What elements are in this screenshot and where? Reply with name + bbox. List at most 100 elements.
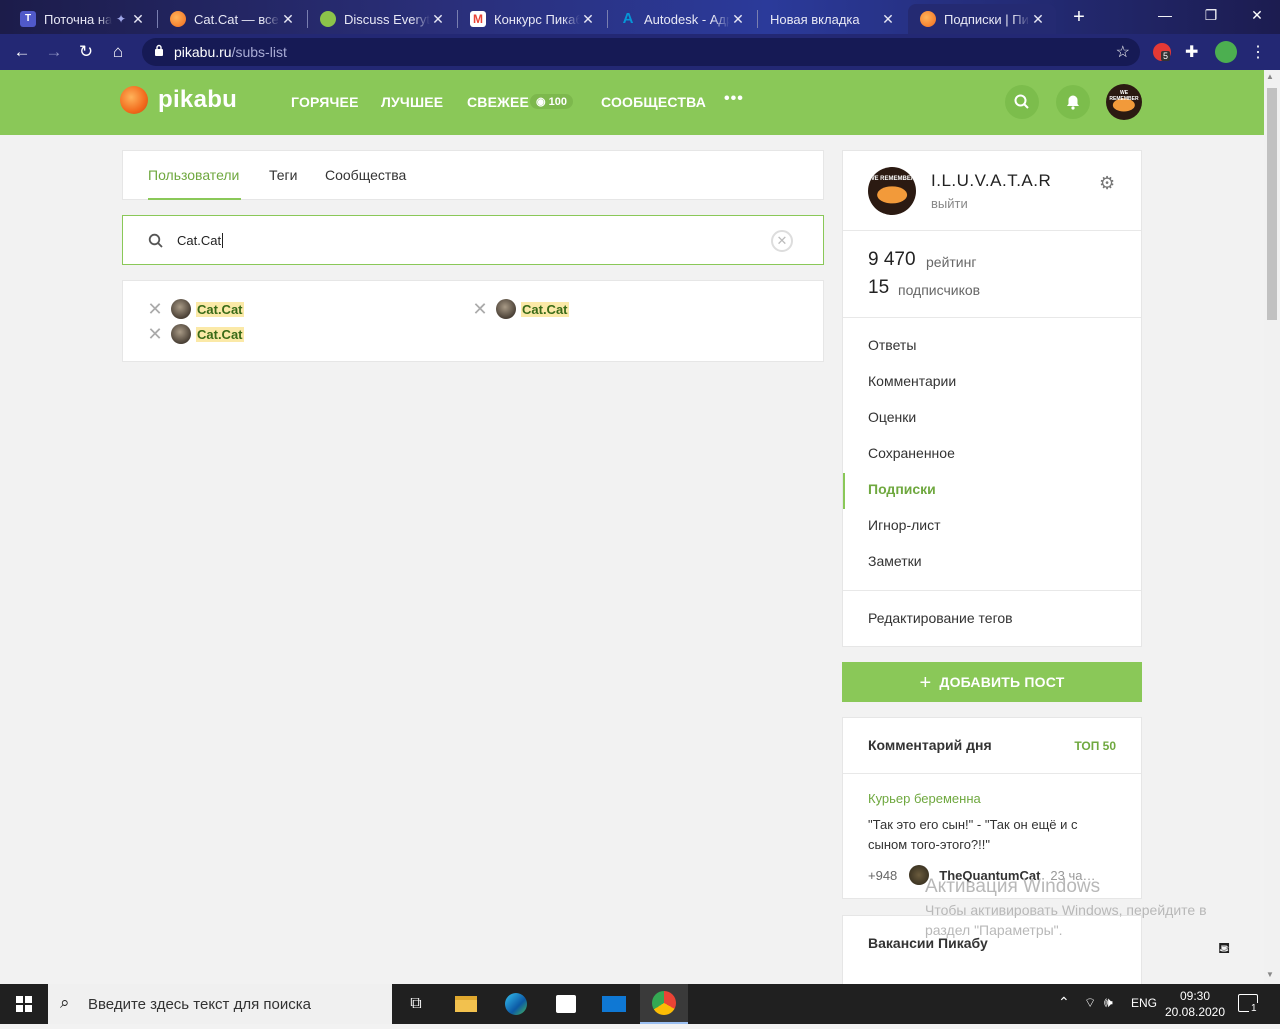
search-icon	[148, 233, 163, 248]
notification-count: 1	[1249, 1003, 1259, 1014]
pikabu-logo-icon	[120, 86, 148, 114]
text-cursor	[222, 233, 224, 248]
notification-center-icon[interactable]: 1	[1238, 994, 1259, 1014]
paint-bucket-icon[interactable]: ⛾	[1218, 940, 1230, 959]
taskbar-search-placeholder: Введите здесь текст для поиска	[88, 996, 311, 1013]
logout-link[interactable]: выйти	[931, 196, 968, 211]
close-icon: ✕	[776, 233, 788, 248]
scroll-up-arrow-icon[interactable]: ▲	[1266, 72, 1274, 81]
search-input-value: Cat.Cat	[177, 233, 222, 248]
bookmark-star-icon[interactable]: ☆	[1116, 42, 1130, 62]
browser-tab-active[interactable]: Подписки | Пик ✕	[908, 4, 1056, 34]
minimize-button[interactable]: —	[1142, 0, 1188, 30]
scroll-down-arrow-icon[interactable]: ▼	[1266, 970, 1274, 979]
close-icon[interactable]: ✕	[430, 11, 446, 28]
user-link[interactable]: Cat.Cat	[521, 301, 569, 317]
close-icon[interactable]: ✕	[730, 11, 746, 28]
menu-subscriptions[interactable]: Подписки	[868, 481, 936, 497]
pikabu-favicon-icon	[170, 11, 186, 27]
post-link[interactable]: Курьер беременна	[868, 791, 981, 806]
profile-username[interactable]: I.L.U.V.A.T.A.R	[931, 171, 1051, 191]
url-path: /subs-list	[231, 44, 287, 60]
window-close-button[interactable]: ✕	[1234, 0, 1280, 30]
notifications-button[interactable]	[1056, 85, 1090, 119]
nav-communities[interactable]: СООБЩЕСТВА	[601, 94, 706, 110]
top50-link[interactable]: ТОП 50	[1074, 739, 1116, 753]
tab-tags[interactable]: Теги	[269, 167, 297, 183]
search-input[interactable]: Cat.Cat	[177, 233, 224, 248]
user-link[interactable]: Cat.Cat	[196, 301, 244, 317]
close-icon[interactable]: ✕	[280, 11, 296, 28]
browser-tab[interactable]: T Поточна на ✦ ✕	[8, 4, 156, 34]
network-icon[interactable]: ⌔	[1084, 995, 1096, 1011]
user-link[interactable]: Cat.Cat	[196, 326, 244, 342]
gear-icon[interactable]: ⚙	[1099, 173, 1115, 194]
clear-search-button[interactable]: ✕	[771, 230, 793, 252]
add-post-button[interactable]: + ДОБАВИТЬ ПОСТ	[842, 662, 1142, 702]
menu-answers[interactable]: Ответы	[868, 337, 916, 353]
extension-icon[interactable]: 5	[1153, 43, 1171, 61]
tray-expand-icon[interactable]: ⌃	[1058, 994, 1070, 1011]
mail-button[interactable]	[590, 984, 638, 1024]
start-button[interactable]	[0, 984, 48, 1024]
list-item: ✕ Cat.Cat	[147, 299, 244, 319]
close-icon[interactable]: ✕	[1030, 11, 1046, 28]
menu-ratings[interactable]: Оценки	[868, 409, 916, 425]
taskbar-clock[interactable]: 09:30 20.08.2020	[1160, 988, 1230, 1020]
tab-title: Поточна на	[44, 11, 112, 27]
comment-text: "Так это его сын!" - "Так он ещё и с сын…	[868, 817, 1078, 852]
browser-menu-icon[interactable]: ⋮	[1250, 42, 1266, 62]
user-search-field[interactable]: Cat.Cat ✕	[122, 215, 824, 265]
home-button[interactable]: ⌂	[107, 41, 129, 63]
site-logo[interactable]: pikabu	[120, 86, 237, 114]
browser-tab[interactable]: M Конкурс Пикаб ✕	[458, 4, 606, 34]
nav-hot[interactable]: ГОРЯЧЕЕ	[291, 94, 359, 110]
search-button[interactable]	[1005, 85, 1039, 119]
menu-edit-tags[interactable]: Редактирование тегов	[868, 610, 1013, 626]
chrome-button[interactable]	[640, 984, 688, 1024]
browser-tab[interactable]: Новая вкладка ✕	[758, 4, 906, 34]
volume-icon[interactable]: 🕪	[1104, 994, 1113, 1011]
file-explorer-button[interactable]	[442, 984, 490, 1024]
close-icon[interactable]: ✕	[880, 11, 896, 28]
profile-avatar[interactable]: WE REMEMBER	[868, 167, 916, 215]
maximize-button[interactable]: ❐	[1188, 0, 1234, 30]
store-button[interactable]	[542, 984, 590, 1024]
browser-tab[interactable]: Discuss Everythi ✕	[308, 4, 456, 34]
browser-tab[interactable]: A Autodesk - Адре ✕	[608, 4, 756, 34]
taskbar-search[interactable]: ⌕ Введите здесь текст для поиска	[48, 984, 392, 1024]
remove-icon[interactable]: ✕	[472, 299, 488, 320]
more-icon[interactable]: •••	[724, 90, 744, 108]
task-view-button[interactable]: ⧉	[392, 984, 440, 1024]
menu-saved[interactable]: Сохраненное	[868, 445, 955, 461]
user-avatar[interactable]: WE REMEMBER	[1106, 84, 1142, 120]
close-icon[interactable]: ✕	[580, 11, 596, 28]
nav-best[interactable]: ЛУЧШЕЕ	[381, 94, 443, 110]
reload-button[interactable]: ↻	[75, 41, 97, 63]
close-icon[interactable]: ✕	[130, 11, 146, 28]
remove-icon[interactable]: ✕	[147, 324, 163, 345]
remove-icon[interactable]: ✕	[147, 299, 163, 320]
url-host: pikabu.ru	[174, 44, 232, 60]
profile-icon[interactable]	[1215, 41, 1237, 63]
menu-ignore-list[interactable]: Игнор-лист	[868, 517, 941, 533]
forward-button[interactable]: →	[43, 41, 65, 63]
address-bar[interactable]: pikabu.ru/subs-list ☆	[142, 38, 1140, 66]
teams-icon: T	[20, 11, 36, 27]
new-tab-button[interactable]: +	[1068, 6, 1090, 28]
edge-button[interactable]	[492, 984, 540, 1024]
extensions-puzzle-icon[interactable]: ✚	[1185, 42, 1198, 62]
scroll-thumb[interactable]	[1267, 88, 1277, 320]
active-tab-underline	[148, 198, 241, 200]
nav-fresh[interactable]: СВЕЖЕЕ	[467, 94, 529, 110]
menu-comments[interactable]: Комментарии	[868, 373, 956, 389]
tab-communities[interactable]: Сообщества	[325, 167, 406, 183]
back-button[interactable]: ←	[11, 41, 33, 63]
comment-score: +948	[868, 867, 898, 883]
tab-users[interactable]: Пользователи	[148, 167, 239, 183]
tab-title: Discuss Everythi	[344, 11, 430, 27]
menu-notes[interactable]: Заметки	[868, 553, 922, 569]
browser-tab[interactable]: Cat.Cat — все п ✕	[158, 4, 306, 34]
subscribers-value: 15	[868, 277, 890, 298]
language-indicator[interactable]: ENG	[1131, 996, 1157, 1010]
